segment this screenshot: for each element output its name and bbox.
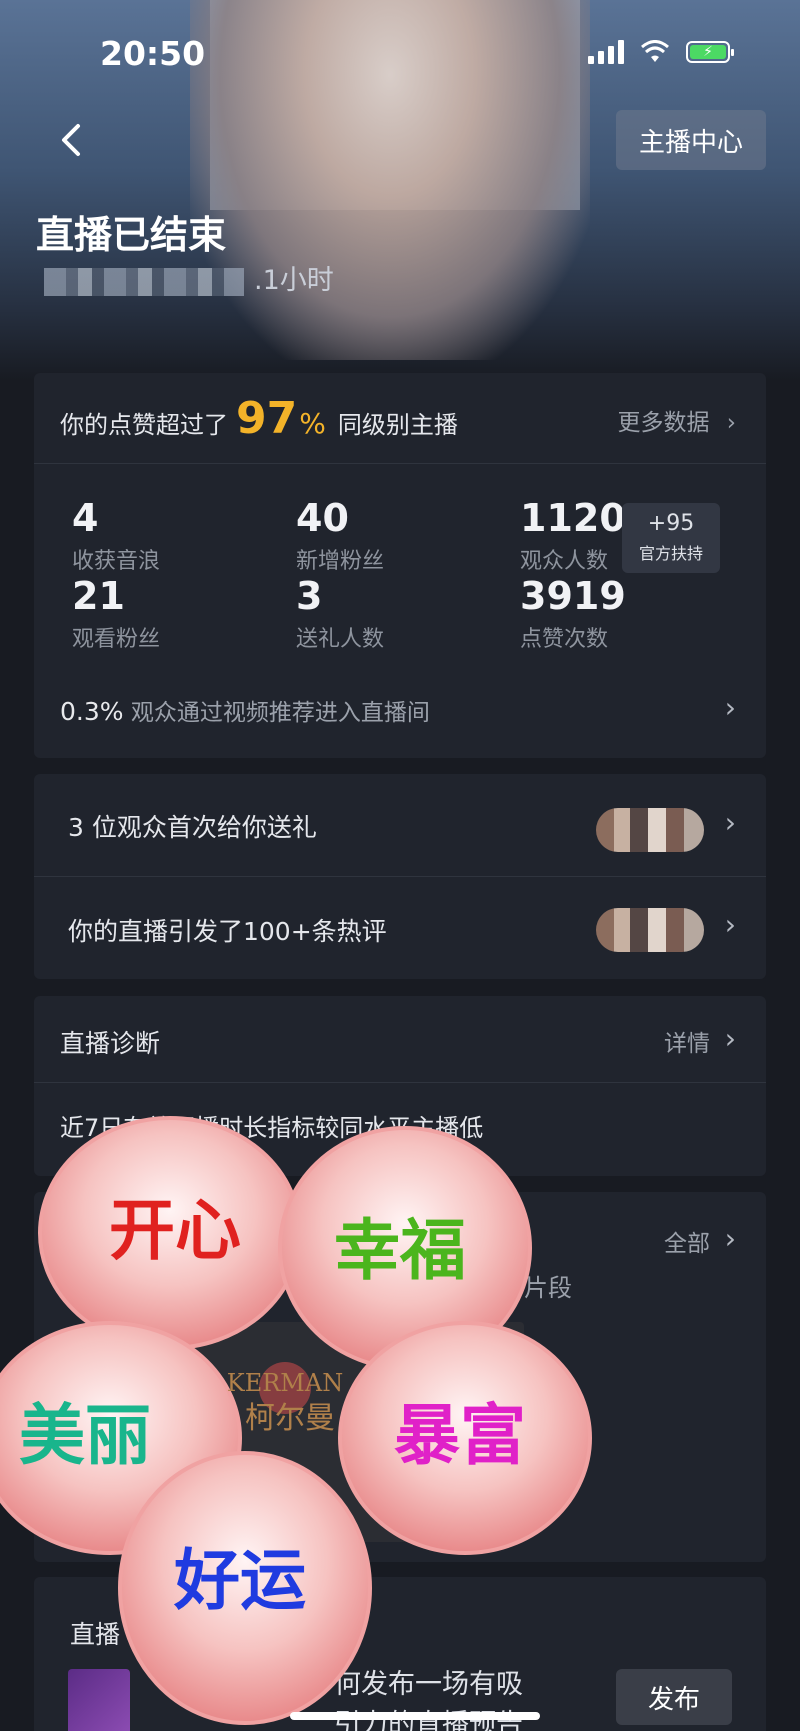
stat-item: 4 收获音浪 xyxy=(72,497,160,575)
official-support-value: +95 xyxy=(647,511,695,536)
chevron-right-icon[interactable]: › xyxy=(725,806,736,839)
like-rank-prefix: 你的点赞超过了 xyxy=(60,411,228,439)
avatar-group xyxy=(596,808,704,852)
diagnosis-detail-link[interactable]: 详情 xyxy=(664,1024,710,1058)
more-data-link[interactable]: 更多数据 › xyxy=(617,403,736,437)
recommend-text: 观众通过视频推荐进入直播间 xyxy=(130,700,430,726)
highlights-card: 3 位观众首次给你送礼 › 你的直播引发了100+条热评 › xyxy=(34,774,766,979)
stat-value: 4 xyxy=(72,496,99,540)
stat-label: 观众人数 xyxy=(520,549,609,574)
stat-label: 新增粉丝 xyxy=(296,549,385,574)
chevron-right-icon: › xyxy=(726,410,736,436)
official-support-label: 官方扶持 xyxy=(638,544,703,563)
stat-item: 40 新增粉丝 xyxy=(296,497,384,575)
clips-all-link[interactable]: 全部 xyxy=(664,1224,710,1258)
petal-label: 暴富 xyxy=(394,1397,526,1474)
blurred-username xyxy=(44,268,244,296)
official-support-badge: +95 官方扶持 xyxy=(622,503,720,573)
stat-label: 收获音浪 xyxy=(72,549,161,574)
like-rank-suffix: 同级别主播 xyxy=(337,411,458,439)
publish-button[interactable]: 发布 xyxy=(616,1669,732,1725)
recommend-traffic-row[interactable]: 0.3% 观众通过视频推荐进入直播间 xyxy=(60,693,430,727)
chevron-right-icon[interactable]: › xyxy=(725,1022,736,1055)
stat-item: 3 送礼人数 xyxy=(296,575,384,653)
wifi-icon xyxy=(641,40,669,62)
hot-comment-row[interactable]: 你的直播引发了100+条热评 xyxy=(68,912,387,948)
stat-item: 21 观看粉丝 xyxy=(72,575,160,653)
divider xyxy=(34,463,766,464)
recommend-percent: 0.3% xyxy=(60,697,124,726)
battery-icon: ⚡ xyxy=(686,41,734,63)
status-icons: ⚡ xyxy=(588,40,734,64)
petal-label: 好运 xyxy=(173,1542,306,1619)
like-rank-headline: 你的点赞超过了 97 % 同级别主播 xyxy=(60,393,458,444)
stat-value: 40 xyxy=(296,496,349,540)
first-gift-row[interactable]: 3 位观众首次给你送礼 xyxy=(68,808,317,844)
stat-value: 3919 xyxy=(520,574,626,618)
divider xyxy=(34,876,766,877)
like-rank-percent-sign: % xyxy=(299,407,326,440)
brand-en-text: KERMAN xyxy=(227,1369,343,1397)
stat-value: 21 xyxy=(72,574,125,618)
like-rank-percent: 97 xyxy=(236,393,298,444)
signal-icon xyxy=(588,40,624,64)
chevron-right-icon[interactable]: › xyxy=(725,691,736,724)
streamer-photo xyxy=(190,0,590,360)
stat-item: 1120 观众人数 xyxy=(520,497,626,575)
stat-label: 送礼人数 xyxy=(296,627,385,652)
diagnosis-title: 直播诊断 xyxy=(60,1029,161,1058)
petal-label: 美丽 xyxy=(19,1397,151,1474)
page-title: 直播已结束 xyxy=(36,213,227,257)
stat-value: 1120 xyxy=(520,496,626,540)
petal-label: 开心 xyxy=(109,1192,241,1269)
stat-value: 3 xyxy=(296,574,323,618)
stat-item: 3919 点赞次数 xyxy=(520,575,626,653)
back-icon[interactable] xyxy=(52,120,92,160)
avatar-group xyxy=(596,908,704,952)
stat-label: 观看粉丝 xyxy=(72,627,161,652)
petal-label: 幸福 xyxy=(334,1212,466,1289)
flower-sticker: KERMAN 柯尔曼 开心 幸福 美丽 暴富 好运 xyxy=(0,1116,592,1725)
brand-cn-text: 柯尔曼 xyxy=(245,1401,335,1436)
status-time: 20:50 xyxy=(100,34,206,73)
chevron-right-icon[interactable]: › xyxy=(725,908,736,941)
home-indicator[interactable] xyxy=(290,1712,540,1720)
chevron-right-icon[interactable]: › xyxy=(725,1222,736,1255)
anchor-center-button[interactable]: 主播中心 xyxy=(616,110,766,170)
stat-label: 点赞次数 xyxy=(520,627,609,652)
divider xyxy=(34,1082,766,1083)
live-duration: .1小时 xyxy=(254,265,334,296)
live-summary-card: 你的点赞超过了 97 % 同级别主播 更多数据 › 4 收获音浪 40 新增粉丝… xyxy=(34,373,766,758)
more-data-label: 更多数据 xyxy=(617,410,710,436)
